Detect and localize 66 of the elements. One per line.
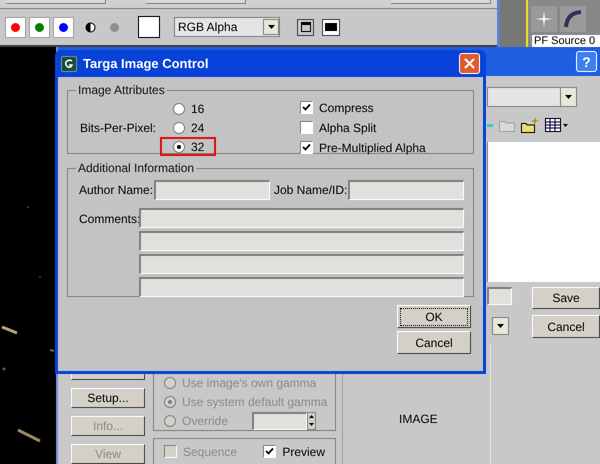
checkbox[interactable]	[164, 445, 177, 458]
checkbox[interactable]	[300, 121, 313, 134]
channel-button[interactable]	[5, 16, 26, 38]
radio-label: Use image's own gamma	[182, 374, 316, 392]
radio-button[interactable]	[173, 102, 185, 114]
close-icon	[464, 58, 475, 69]
curve-icon[interactable]	[560, 6, 586, 32]
button[interactable]: Setup...	[71, 388, 145, 408]
input-field[interactable]	[139, 208, 464, 228]
checkbox-label: Preview	[282, 444, 325, 460]
toolbar-control[interactable]	[391, 0, 491, 4]
preview-label: IMAGE	[399, 410, 438, 428]
checkbox-label: Compress	[319, 100, 374, 116]
list-view-icon[interactable]	[545, 118, 569, 132]
radio-label: 32	[191, 138, 204, 156]
radio-label: 16	[191, 100, 204, 118]
display-icon[interactable]	[322, 18, 340, 36]
checkbox[interactable]	[263, 445, 276, 458]
radio-button[interactable]	[164, 414, 176, 426]
color-swatch[interactable]	[138, 16, 160, 38]
input-field[interactable]	[139, 277, 464, 297]
field-label: Job Name/ID:	[273, 182, 348, 199]
radio-button[interactable]	[173, 140, 185, 152]
radio-label: 24	[191, 120, 204, 136]
channel-dropdown[interactable]: RGB Alpha	[174, 17, 280, 37]
input-field[interactable]	[348, 180, 464, 200]
checkbox-label: Sequence	[183, 444, 238, 460]
button[interactable]: OK	[397, 305, 471, 328]
checkbox-label: Pre-Multiplied Alpha	[319, 140, 426, 156]
radio-label: Use system default gamma	[182, 394, 328, 410]
group-label: Image Attributes	[77, 82, 166, 99]
panel-label: PF Source 0	[532, 35, 600, 47]
input-field[interactable]	[487, 287, 512, 305]
field-label: Author Name:	[78, 182, 154, 199]
radio-button[interactable]	[173, 122, 185, 134]
input-field[interactable]	[139, 254, 464, 274]
checkbox-label: Alpha Split	[319, 120, 376, 136]
toolbar-control[interactable]	[146, 0, 246, 4]
button[interactable]: Cancel	[397, 331, 471, 354]
channel-button[interactable]	[29, 16, 50, 38]
close-button[interactable]	[459, 53, 480, 74]
window-icon[interactable]	[297, 18, 314, 36]
button[interactable]: Cancel	[532, 315, 600, 338]
sparkle-icon[interactable]	[531, 6, 557, 32]
window-title: Targa Image Control	[83, 54, 208, 73]
checkbox[interactable]	[300, 101, 313, 114]
radio-button[interactable]	[164, 376, 176, 388]
app-icon	[61, 56, 77, 72]
field-label: Bits-Per-Pixel:	[78, 120, 157, 136]
button[interactable]: Save	[532, 287, 600, 309]
input-field[interactable]	[154, 180, 270, 200]
input-field[interactable]	[139, 231, 464, 251]
new-folder-icon[interactable]	[521, 118, 539, 132]
help-button[interactable]: ?	[576, 51, 597, 72]
group-label: Additional Information	[77, 160, 196, 177]
input-field[interactable]	[252, 412, 308, 430]
spinner-icon[interactable]	[307, 412, 316, 430]
radio-label: Override	[182, 412, 228, 430]
radio-button[interactable]	[164, 396, 176, 408]
contrast-icon[interactable]	[85, 22, 96, 32]
dropdown[interactable]	[487, 87, 577, 107]
field-label: Comments:	[78, 211, 139, 228]
checkbox[interactable]	[300, 141, 313, 154]
channel-button[interactable]	[53, 16, 74, 38]
panel-background	[500, 0, 528, 47]
toolbar-control[interactable]	[6, 0, 106, 4]
